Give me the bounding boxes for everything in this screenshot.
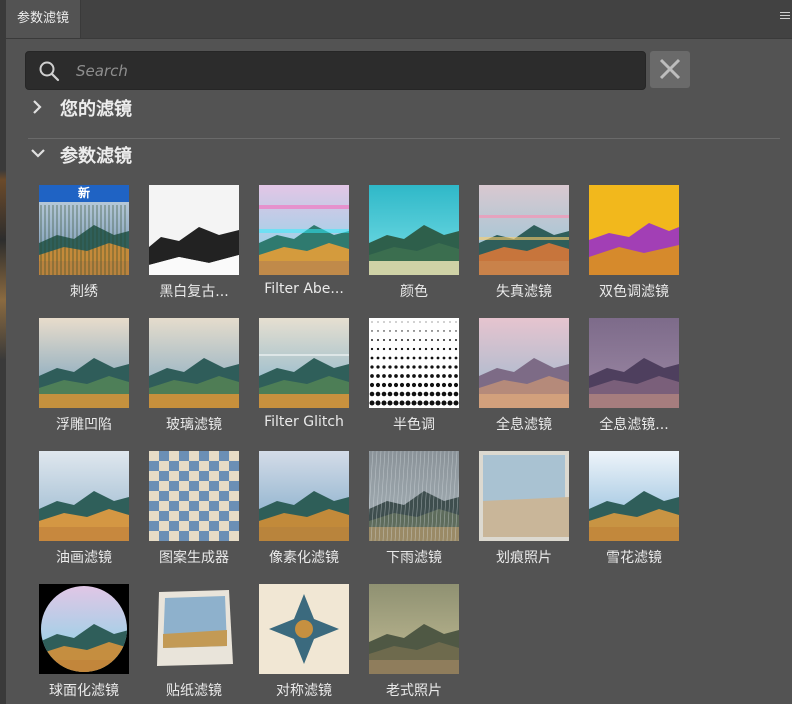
filter-label: 球面化滤镜 bbox=[49, 683, 119, 699]
filter-label: 全息滤镜 bbox=[496, 417, 552, 433]
filter-label: 刺绣 bbox=[70, 284, 98, 300]
filter-label: 对称滤镜 bbox=[276, 683, 332, 699]
filter-tile[interactable]: 半色调 bbox=[359, 318, 469, 438]
filter-label: 像素化滤镜 bbox=[269, 550, 339, 566]
filter-thumbnail[interactable]: 新 bbox=[39, 185, 129, 275]
filter-label: 半色调 bbox=[393, 417, 435, 433]
search-icon bbox=[39, 61, 60, 82]
filter-thumbnail[interactable] bbox=[39, 584, 129, 674]
chevron-right-icon bbox=[33, 100, 42, 114]
filter-label: 划痕照片 bbox=[496, 550, 552, 566]
tab-parametric-filters[interactable]: 参数滤镜 bbox=[6, 0, 81, 38]
filter-tile[interactable]: 新刺绣 bbox=[29, 185, 139, 305]
filter-tile[interactable]: 颜色 bbox=[359, 185, 469, 305]
filter-thumbnail[interactable] bbox=[259, 451, 349, 541]
filter-tile[interactable]: Filter Abe... bbox=[249, 185, 359, 305]
filter-label: 老式照片 bbox=[386, 683, 442, 699]
filter-thumbnail[interactable] bbox=[149, 451, 239, 541]
filter-tile[interactable]: 失真滤镜 bbox=[469, 185, 579, 305]
search-box bbox=[25, 51, 646, 90]
filter-label: 失真滤镜 bbox=[496, 284, 552, 300]
filter-tile[interactable]: 雪花滤镜 bbox=[579, 451, 689, 571]
background-strip bbox=[0, 0, 6, 704]
filter-thumbnail[interactable] bbox=[589, 185, 679, 275]
filter-thumbnail[interactable] bbox=[149, 584, 239, 674]
filter-label: 贴纸滤镜 bbox=[166, 683, 222, 699]
filter-thumbnail[interactable] bbox=[259, 318, 349, 408]
filter-tile[interactable]: 全息滤镜... bbox=[579, 318, 689, 438]
new-badge: 新 bbox=[39, 185, 129, 202]
clear-search-button[interactable] bbox=[650, 51, 690, 88]
search-input[interactable] bbox=[76, 52, 636, 89]
filter-tile[interactable]: 划痕照片 bbox=[469, 451, 579, 571]
filter-label: Filter Abe... bbox=[264, 281, 344, 297]
filter-thumbnail[interactable] bbox=[259, 584, 349, 674]
filter-thumbnail[interactable] bbox=[39, 451, 129, 541]
filter-tile[interactable]: Filter Glitch bbox=[249, 318, 359, 438]
filter-tile[interactable]: 像素化滤镜 bbox=[249, 451, 359, 571]
filter-thumbnail[interactable] bbox=[479, 318, 569, 408]
filter-tile[interactable]: 双色调滤镜 bbox=[579, 185, 689, 305]
filter-thumbnail[interactable] bbox=[479, 451, 569, 541]
filter-label: 玻璃滤镜 bbox=[166, 417, 222, 433]
filter-tile[interactable]: 老式照片 bbox=[359, 584, 469, 704]
filter-label: 全息滤镜... bbox=[599, 417, 669, 433]
filter-label: 黑白复古... bbox=[159, 284, 229, 300]
close-icon bbox=[659, 58, 681, 80]
filter-thumbnail[interactable] bbox=[589, 318, 679, 408]
filter-tile[interactable]: 浮雕凹陷 bbox=[29, 318, 139, 438]
filter-tile[interactable]: 油画滤镜 bbox=[29, 451, 139, 571]
filter-label: 油画滤镜 bbox=[56, 550, 112, 566]
filter-thumbnail[interactable] bbox=[369, 185, 459, 275]
filter-label: Filter Glitch bbox=[264, 414, 344, 430]
filter-label: 浮雕凹陷 bbox=[56, 417, 112, 433]
chevron-down-icon bbox=[31, 149, 45, 158]
filter-tile[interactable]: 玻璃滤镜 bbox=[139, 318, 249, 438]
filter-thumbnail[interactable] bbox=[39, 318, 129, 408]
section-label: 您的滤镜 bbox=[60, 99, 132, 120]
filter-tile[interactable]: 黑白复古... bbox=[139, 185, 249, 305]
filter-thumbnail[interactable] bbox=[149, 185, 239, 275]
section-label: 参数滤镜 bbox=[60, 146, 132, 167]
filter-thumbnail[interactable] bbox=[149, 318, 239, 408]
filter-thumbnail[interactable] bbox=[369, 584, 459, 674]
filter-thumbnail[interactable] bbox=[589, 451, 679, 541]
filter-label: 双色调滤镜 bbox=[599, 284, 669, 300]
filter-label: 雪花滤镜 bbox=[606, 550, 662, 566]
filter-tile[interactable]: 贴纸滤镜 bbox=[139, 584, 249, 704]
panel-tabbar: 参数滤镜 bbox=[6, 0, 792, 39]
filter-label: 下雨滤镜 bbox=[386, 550, 442, 566]
filter-thumbnail[interactable] bbox=[479, 185, 569, 275]
filter-label: 颜色 bbox=[400, 284, 428, 300]
filter-tile[interactable]: 对称滤镜 bbox=[249, 584, 359, 704]
hamburger-icon[interactable] bbox=[780, 12, 790, 22]
filter-tile[interactable]: 全息滤镜 bbox=[469, 318, 579, 438]
filter-tile[interactable]: 球面化滤镜 bbox=[29, 584, 139, 704]
filter-thumbnail[interactable] bbox=[369, 451, 459, 541]
filter-tile[interactable]: 下雨滤镜 bbox=[359, 451, 469, 571]
filter-label: 图案生成器 bbox=[159, 550, 229, 566]
section-divider bbox=[28, 138, 780, 139]
filter-tile[interactable]: 图案生成器 bbox=[139, 451, 249, 571]
filter-thumbnail[interactable] bbox=[369, 318, 459, 408]
filter-thumbnail[interactable] bbox=[259, 185, 349, 275]
